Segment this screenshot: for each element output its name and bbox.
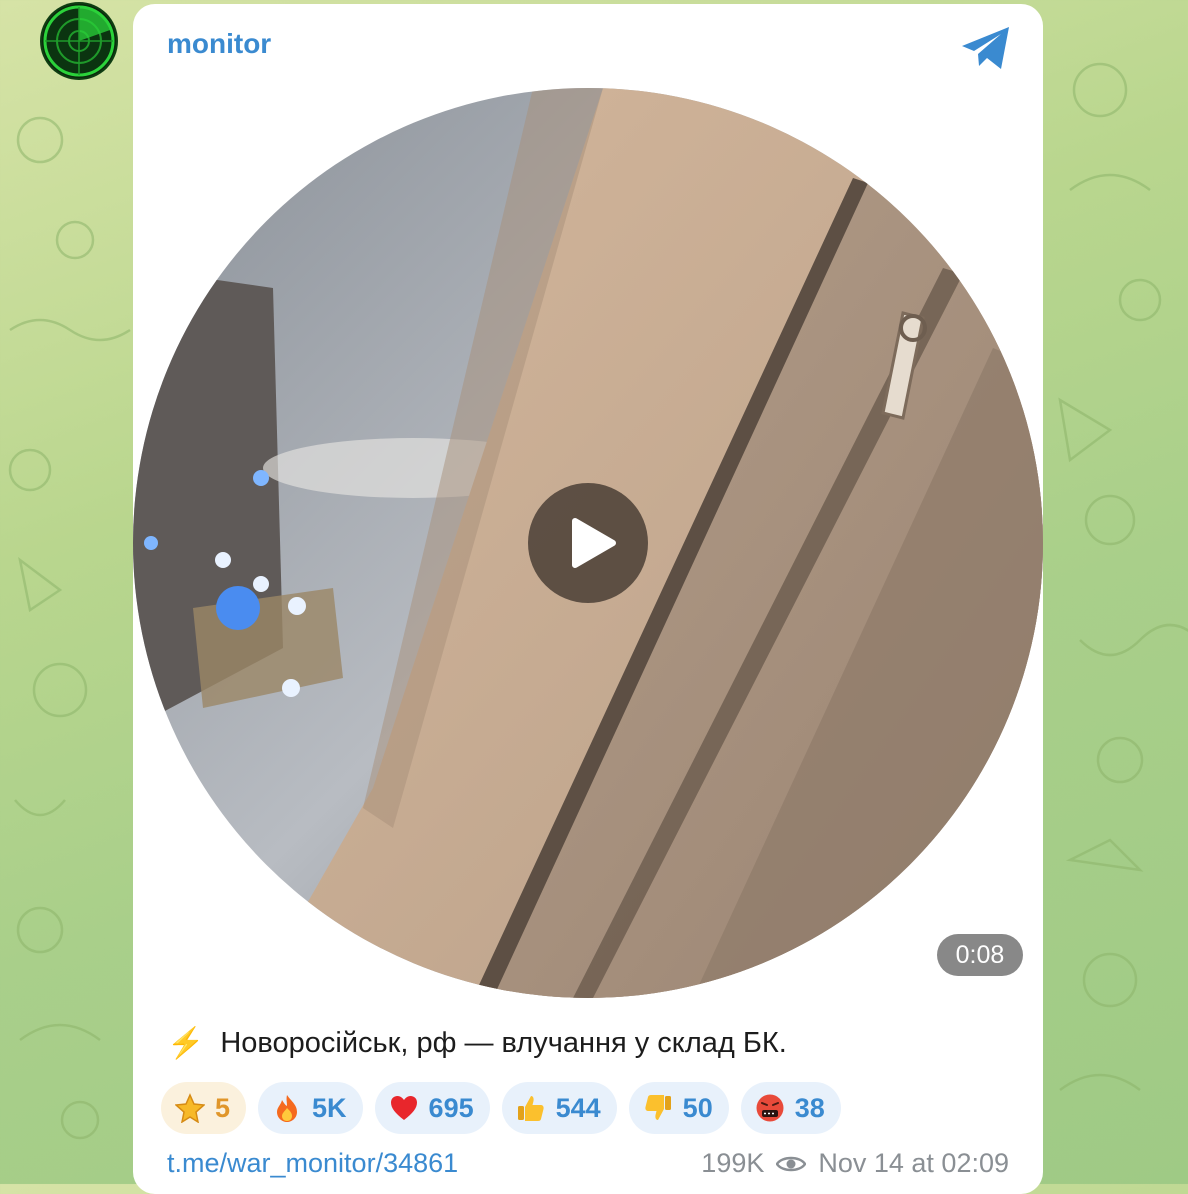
radar-icon bbox=[43, 5, 115, 77]
post-caption: ⚡ Новоросійськ, рф — влучання у склад БК… bbox=[167, 1026, 787, 1061]
star-icon bbox=[175, 1093, 205, 1123]
reaction-count: 695 bbox=[428, 1092, 474, 1123]
play-icon bbox=[572, 518, 616, 568]
post-card: monitor 0:08 ⚡ Новоросійськ, рф — влучан… bbox=[133, 4, 1043, 1194]
reaction-cursing-face[interactable]: 38 bbox=[740, 1082, 841, 1134]
fire-icon bbox=[277, 1095, 298, 1122]
reaction-thumbs-down[interactable]: 50 bbox=[628, 1082, 729, 1134]
view-count: 199K bbox=[701, 1148, 765, 1178]
reaction-fire[interactable]: 5K bbox=[258, 1082, 363, 1134]
post-link[interactable]: t.me/war_monitor/34861 bbox=[167, 1148, 458, 1179]
reaction-count: 50 bbox=[682, 1092, 713, 1123]
reaction-count: 544 bbox=[555, 1092, 601, 1123]
channel-name[interactable]: monitor bbox=[167, 28, 271, 60]
reaction-count: 38 bbox=[794, 1092, 825, 1123]
reaction-count: 5 bbox=[215, 1092, 231, 1123]
lightning-icon: ⚡ bbox=[167, 1027, 205, 1060]
video-duration: 0:08 bbox=[937, 934, 1023, 976]
reaction-heart[interactable]: 695 bbox=[374, 1082, 490, 1134]
telegram-share-icon[interactable] bbox=[959, 24, 1013, 72]
cursing-face-icon bbox=[756, 1094, 784, 1122]
thumbs-down-icon bbox=[645, 1095, 671, 1120]
post-meta: 199K Nov 14 at 02:09 bbox=[701, 1148, 1009, 1179]
reaction-count: 5K bbox=[312, 1092, 347, 1123]
reaction-thumbs-up[interactable]: 544 bbox=[501, 1082, 617, 1134]
play-button[interactable] bbox=[528, 483, 648, 603]
reaction-star[interactable]: 5 bbox=[161, 1082, 247, 1134]
reactions-bar: 5 5K 695 544 50 38 bbox=[161, 1082, 841, 1134]
eye-icon bbox=[776, 1156, 807, 1171]
caption-text: Новоросійськ, рф — влучання у склад БК. bbox=[220, 1027, 787, 1059]
post-timestamp: Nov 14 at 02:09 bbox=[818, 1148, 1009, 1178]
heart-icon bbox=[390, 1096, 417, 1120]
channel-avatar[interactable] bbox=[42, 4, 116, 78]
thumbs-up-icon bbox=[517, 1096, 544, 1121]
